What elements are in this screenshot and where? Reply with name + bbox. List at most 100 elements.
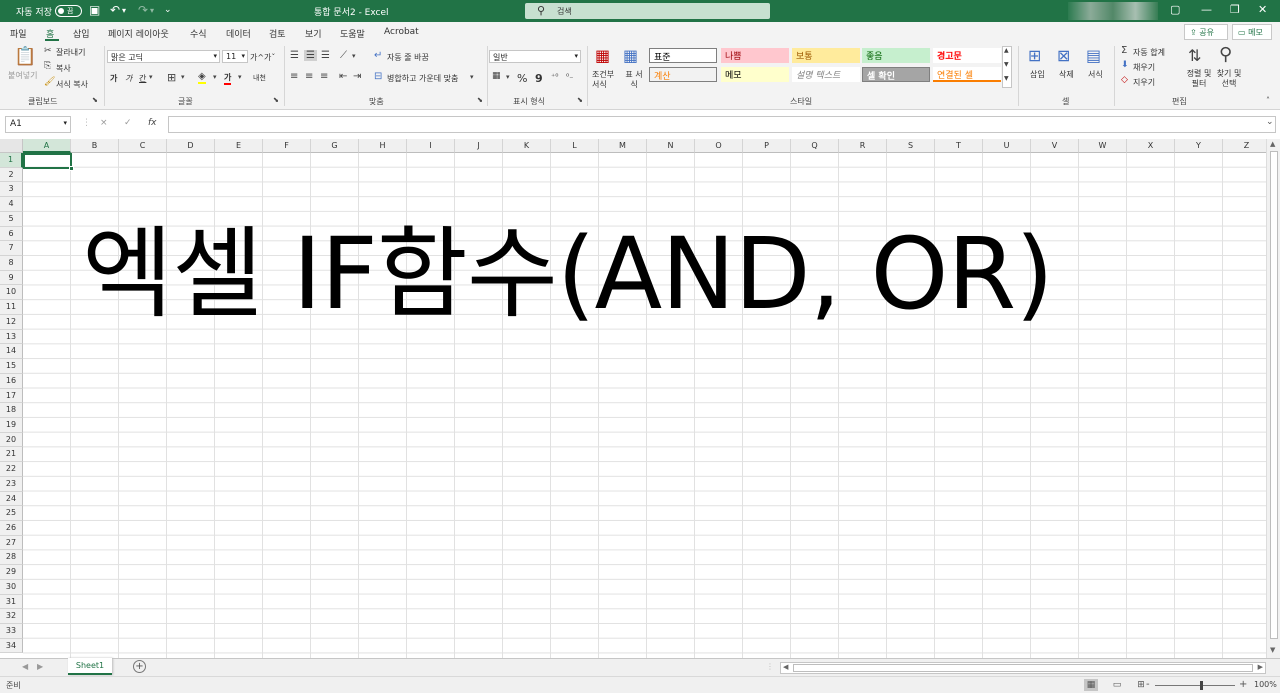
name-box[interactable]: A1 ▾ bbox=[5, 116, 71, 133]
shrink-font-button[interactable]: 가ˇ bbox=[264, 52, 275, 63]
customize-quick-access-icon[interactable]: ⌄ bbox=[164, 5, 172, 15]
row-header[interactable]: 29 bbox=[0, 565, 23, 580]
comma-style-button[interactable]: 9 bbox=[535, 72, 543, 85]
merge-center-button[interactable]: 병합하고 가운데 맞춤 bbox=[387, 73, 458, 84]
row-header[interactable]: 20 bbox=[0, 432, 23, 448]
tab-insert[interactable]: 삽입 bbox=[73, 27, 90, 40]
cell-style-item[interactable]: 설명 텍스트 bbox=[792, 67, 860, 82]
chevron-down-icon[interactable]: ▾ bbox=[149, 73, 153, 81]
clear-button[interactable]: 지우기 bbox=[1133, 77, 1155, 88]
column-header[interactable]: I bbox=[407, 139, 455, 153]
cell-style-item[interactable]: 연결된 셀 bbox=[933, 67, 1001, 82]
cell-style-item[interactable]: 보통 bbox=[792, 48, 860, 63]
border-icon[interactable]: ⊞ bbox=[167, 71, 176, 84]
zoom-out-button[interactable]: - bbox=[1146, 679, 1150, 690]
row-header[interactable]: 8 bbox=[0, 256, 23, 271]
zoom-in-button[interactable]: + bbox=[1239, 679, 1247, 690]
row-header[interactable]: 23 bbox=[0, 476, 23, 492]
formula-bar-splitter-icon[interactable]: ⋮ bbox=[82, 118, 91, 128]
dialog-launcher-icon[interactable]: ⬊ bbox=[577, 96, 583, 104]
row-header[interactable]: 19 bbox=[0, 417, 23, 433]
cell-style-item[interactable]: 셀 확인 bbox=[862, 67, 930, 82]
row-header[interactable]: 6 bbox=[0, 226, 23, 242]
insert-function-icon[interactable]: fx bbox=[148, 118, 157, 128]
tab-page-layout[interactable]: 페이지 레이아웃 bbox=[108, 27, 169, 40]
font-name-select[interactable]: 맑은 고딕 ▾ bbox=[107, 50, 220, 63]
active-cell-selection[interactable] bbox=[23, 153, 74, 171]
align-center-icon[interactable]: ≡ bbox=[305, 71, 313, 82]
page-layout-view-icon[interactable]: ▭ bbox=[1110, 679, 1124, 691]
insert-cells-icon[interactable]: ⊞ bbox=[1028, 46, 1041, 65]
row-header[interactable]: 14 bbox=[0, 344, 23, 360]
cell-style-item[interactable]: 경고문 bbox=[933, 48, 1001, 63]
row-header[interactable]: 28 bbox=[0, 550, 23, 566]
column-header[interactable]: W bbox=[1079, 139, 1127, 153]
bold-button[interactable]: 가 bbox=[110, 73, 117, 84]
save-icon[interactable]: ▣ bbox=[89, 3, 100, 17]
find-select-icon[interactable]: ⚲ bbox=[1219, 44, 1232, 65]
row-header[interactable]: 21 bbox=[0, 447, 23, 463]
increase-decimal-icon[interactable]: ⁺⁰ bbox=[551, 72, 558, 81]
row-header[interactable]: 11 bbox=[0, 300, 23, 315]
column-header[interactable]: V bbox=[1031, 139, 1079, 153]
restore-icon[interactable]: ❐ bbox=[1230, 3, 1240, 16]
formula-input[interactable] bbox=[168, 116, 1276, 133]
zoom-percentage[interactable]: 100% bbox=[1254, 680, 1277, 689]
row-header[interactable]: 24 bbox=[0, 491, 23, 507]
column-header[interactable]: M bbox=[599, 139, 647, 153]
row-header[interactable]: 13 bbox=[0, 329, 23, 345]
row-header[interactable]: 9 bbox=[0, 270, 23, 286]
scroll-thumb[interactable] bbox=[1270, 151, 1278, 639]
align-bottom-icon[interactable]: ☰ bbox=[321, 50, 330, 61]
undo-dropdown-icon[interactable]: ▾ bbox=[122, 6, 126, 15]
column-header[interactable]: L bbox=[551, 139, 599, 153]
select-all-button[interactable] bbox=[0, 139, 23, 153]
next-sheet-icon[interactable]: ▶ bbox=[37, 662, 43, 671]
format-cells-button[interactable]: 서식 bbox=[1088, 69, 1103, 80]
format-as-table-button[interactable]: ▦ 표 서식 bbox=[620, 46, 646, 94]
gallery-scroll[interactable]: ▲ ▼ ▼ bbox=[1002, 46, 1012, 88]
cell-style-item[interactable]: 나쁨 bbox=[721, 48, 789, 63]
format-painter-button[interactable]: 서식 복사 bbox=[56, 79, 88, 90]
chevron-down-icon[interactable]: ▾ bbox=[470, 73, 474, 81]
accounting-format-icon[interactable]: ▦ bbox=[492, 71, 501, 81]
align-top-icon[interactable]: ☰ bbox=[290, 50, 299, 61]
delete-cells-button[interactable]: 삭제 bbox=[1059, 69, 1074, 80]
paste-button[interactable]: 📋 붙여넣기 bbox=[8, 46, 40, 86]
underline-button[interactable]: 간 bbox=[139, 73, 146, 84]
tab-review[interactable]: 검토 bbox=[269, 27, 286, 40]
undo-icon[interactable]: ↶ bbox=[110, 3, 120, 17]
redo-icon[interactable]: ↷ bbox=[138, 3, 148, 17]
sort-filter-icon[interactable]: ⇅ bbox=[1188, 46, 1201, 65]
tab-view[interactable]: 보기 bbox=[305, 27, 322, 40]
tab-splitter-icon[interactable]: ⋮ bbox=[766, 662, 774, 671]
horizontal-scroll-thumb[interactable] bbox=[793, 664, 1253, 672]
scroll-up-icon[interactable]: ▲ bbox=[1270, 140, 1275, 148]
search-box[interactable]: ⚲ 검색 bbox=[525, 3, 770, 19]
dialog-launcher-icon[interactable]: ⬊ bbox=[92, 96, 98, 104]
align-right-icon[interactable]: ≡ bbox=[320, 71, 328, 82]
zoom-slider-knob[interactable] bbox=[1200, 681, 1203, 690]
decrease-indent-icon[interactable]: ⇤ bbox=[339, 71, 347, 82]
fill-handle[interactable] bbox=[69, 166, 74, 171]
redo-dropdown-icon[interactable]: ▾ bbox=[150, 6, 154, 15]
column-header[interactable]: J bbox=[455, 139, 503, 153]
row-header[interactable]: 26 bbox=[0, 521, 23, 536]
row-header[interactable]: 32 bbox=[0, 609, 23, 625]
column-header[interactable]: U bbox=[983, 139, 1031, 153]
italic-button[interactable]: 가 bbox=[125, 73, 132, 84]
account-area[interactable] bbox=[1068, 2, 1158, 20]
cell-style-item[interactable]: 표준 bbox=[649, 48, 717, 63]
row-header[interactable]: 34 bbox=[0, 638, 23, 654]
column-header[interactable]: P bbox=[743, 139, 791, 153]
cut-button[interactable]: 잘라내기 bbox=[56, 47, 85, 58]
decrease-decimal-icon[interactable]: ⁰₋ bbox=[566, 72, 573, 81]
sort-filter-button[interactable]: 정렬 및 필터 bbox=[1185, 69, 1213, 89]
expand-formula-bar-icon[interactable]: ⌄ bbox=[1266, 117, 1274, 127]
tab-formulas[interactable]: 수식 bbox=[190, 27, 207, 40]
tab-help[interactable]: 도움말 bbox=[340, 27, 365, 40]
row-header[interactable]: 33 bbox=[0, 624, 23, 639]
close-icon[interactable]: ✕ bbox=[1258, 3, 1267, 16]
row-header[interactable]: 30 bbox=[0, 579, 23, 595]
autosum-button[interactable]: 자동 합계 bbox=[1133, 47, 1165, 58]
